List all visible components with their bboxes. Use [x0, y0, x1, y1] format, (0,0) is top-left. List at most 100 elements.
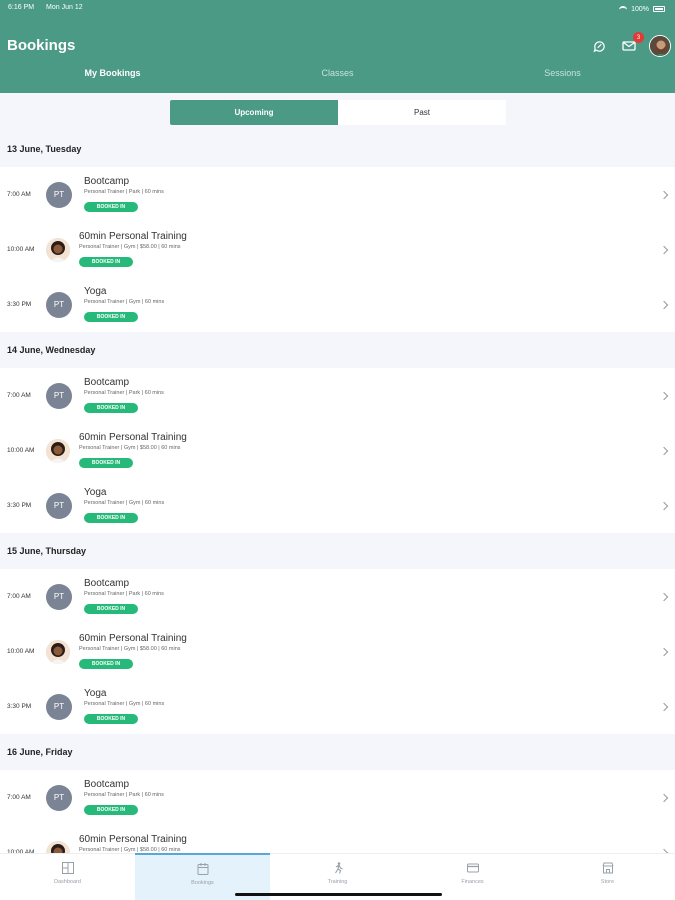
booking-info: 60min Personal Training Personal Trainer … — [79, 834, 187, 853]
booking-info: 60min Personal Training Personal Trainer … — [79, 231, 187, 268]
booking-time: 7:00 AM — [7, 392, 31, 399]
status-badge: BOOKED IN — [84, 403, 138, 413]
status-badge: BOOKED IN — [84, 805, 138, 815]
upcoming-past-toggle: Upcoming Past — [170, 100, 506, 125]
day-header: 15 June, Thursday — [0, 533, 675, 569]
booking-row[interactable]: 7:00 AM PT Bootcamp Personal Trainer | Park… — [0, 368, 675, 423]
booking-title: 60min Personal Training — [79, 432, 187, 443]
notification-badge: 3 — [633, 32, 644, 43]
trainer-photo-icon — [46, 237, 70, 262]
tab-classes[interactable]: Classes — [225, 68, 450, 85]
booking-time: 10:00 AM — [7, 447, 35, 454]
booking-row[interactable]: 3:30 PM PT Yoga Personal Trainer | Gym | 60… — [0, 679, 675, 734]
chevron-right-icon — [659, 391, 669, 400]
booking-row[interactable]: 3:30 PM PT Yoga Personal Trainer | Gym | 60… — [0, 478, 675, 533]
booking-title: Bootcamp — [84, 779, 130, 790]
nav-label: Finances — [461, 879, 484, 885]
inbox-button[interactable]: 3 — [619, 32, 644, 56]
wifi-icon — [619, 6, 628, 12]
booking-row[interactable]: 7:00 AM PT Bootcamp Personal Trainer | Park… — [0, 569, 675, 624]
nav-label: Training — [327, 879, 348, 885]
page-title: Bookings — [7, 37, 76, 54]
status-badge: BOOKED IN — [84, 604, 138, 614]
tab-my-bookings[interactable]: My Bookings — [0, 68, 225, 85]
day-header: 14 June, Wednesday — [0, 332, 675, 368]
trainer-avatar: PT — [46, 291, 72, 318]
chat-icon — [592, 40, 605, 52]
nav-store[interactable]: Store — [540, 854, 675, 900]
status-badge: BOOKED IN — [84, 714, 138, 724]
booking-title: Yoga — [84, 688, 107, 699]
booking-time: 3:30 PM — [7, 301, 32, 308]
mail-icon — [622, 41, 636, 51]
booking-row[interactable]: 10:00 AM 60min Personal Training Personal … — [0, 825, 675, 853]
booking-time: 7:00 AM — [7, 191, 31, 198]
booking-info: Bootcamp Personal Trainer | Park | 60 min… — [84, 578, 164, 615]
training-icon — [331, 861, 345, 875]
user-avatar[interactable] — [649, 35, 671, 57]
battery-icon — [653, 6, 665, 12]
booking-title: Bootcamp — [84, 578, 130, 589]
profile-photo-icon — [650, 36, 670, 56]
booking-title: Yoga — [84, 286, 107, 297]
trainer-avatar: PT — [46, 693, 72, 720]
trainer-photo-icon — [46, 438, 70, 463]
chevron-right-icon — [659, 245, 669, 254]
chevron-right-icon — [659, 300, 669, 309]
chevron-right-icon — [659, 702, 669, 711]
booking-title: 60min Personal Training — [79, 633, 187, 644]
store-icon — [601, 861, 615, 875]
nav-label: Store — [600, 879, 615, 885]
booking-row[interactable]: 3:30 PM PT Yoga Personal Trainer | Gym | 60… — [0, 277, 675, 332]
booking-info: 60min Personal Training Personal Trainer … — [79, 432, 187, 469]
status-date: Mon Jun 12 — [46, 4, 83, 11]
bookings-list[interactable]: 13 June, Tuesday 7:00 AM PT Bootcamp Persona… — [0, 131, 675, 853]
status-badge: BOOKED IN — [79, 257, 133, 267]
dashboard-icon — [61, 861, 75, 875]
app-header: 6:16 PM Mon Jun 12 100% Bookings 3 My Bo… — [0, 0, 675, 93]
booking-tabs: My Bookings Classes Sessions — [0, 68, 675, 85]
status-time: 6:16 PM — [8, 4, 35, 11]
status-badge: BOOKED IN — [79, 659, 133, 669]
status-bar: 6:16 PM Mon Jun 12 100% — [8, 4, 665, 14]
booking-info: Bootcamp Personal Trainer | Park | 60 min… — [84, 176, 164, 213]
status-badge: BOOKED IN — [84, 513, 138, 523]
booking-time: 7:00 AM — [7, 593, 31, 600]
booking-row[interactable]: 10:00 AM 60min Personal Training Personal … — [0, 624, 675, 679]
finances-icon — [466, 861, 480, 875]
booking-title: 60min Personal Training — [79, 834, 187, 845]
home-indicator — [235, 893, 442, 896]
upcoming-segment[interactable]: Upcoming — [170, 100, 338, 125]
calendar-icon — [196, 862, 210, 876]
booking-title: Bootcamp — [84, 176, 130, 187]
booking-time: 10:00 AM — [7, 246, 35, 253]
booking-row[interactable]: 7:00 AM PT Bootcamp Personal Trainer | Park… — [0, 167, 675, 222]
booking-row[interactable]: 10:00 AM 60min Personal Training Personal … — [0, 222, 675, 277]
booking-row[interactable]: 7:00 AM PT Bootcamp Personal Trainer | Park… — [0, 770, 675, 825]
booking-time: 10:00 AM — [7, 648, 35, 655]
trainer-avatar: PT — [46, 382, 72, 409]
segment-bar: Upcoming Past — [0, 93, 675, 131]
day-header: 16 June, Friday — [0, 734, 675, 770]
booking-time: 7:00 AM — [7, 794, 31, 801]
chevron-right-icon — [659, 446, 669, 455]
booking-time: 3:30 PM — [7, 703, 32, 710]
trainer-avatar: PT — [46, 492, 72, 519]
booking-title: Yoga — [84, 487, 107, 498]
booking-row[interactable]: 10:00 AM 60min Personal Training Personal … — [0, 423, 675, 478]
chevron-right-icon — [659, 190, 669, 199]
booking-info: Bootcamp Personal Trainer | Park | 60 min… — [84, 779, 164, 816]
chevron-right-icon — [659, 793, 669, 802]
nav-label: Bookings — [191, 880, 214, 886]
chat-button[interactable] — [589, 36, 609, 56]
nav-dashboard[interactable]: Dashboard — [0, 854, 135, 900]
booking-info: 60min Personal Training Personal Trainer … — [79, 633, 187, 670]
status-badge: BOOKED IN — [79, 458, 133, 468]
tab-sessions[interactable]: Sessions — [450, 68, 675, 85]
chevron-right-icon — [659, 501, 669, 510]
trainer-photo-icon — [46, 639, 70, 664]
chevron-right-icon — [659, 592, 669, 601]
trainer-avatar: PT — [46, 583, 72, 610]
past-segment[interactable]: Past — [338, 100, 506, 125]
booking-info: Yoga Personal Trainer | Gym | 60 mins BOOK… — [84, 286, 164, 323]
